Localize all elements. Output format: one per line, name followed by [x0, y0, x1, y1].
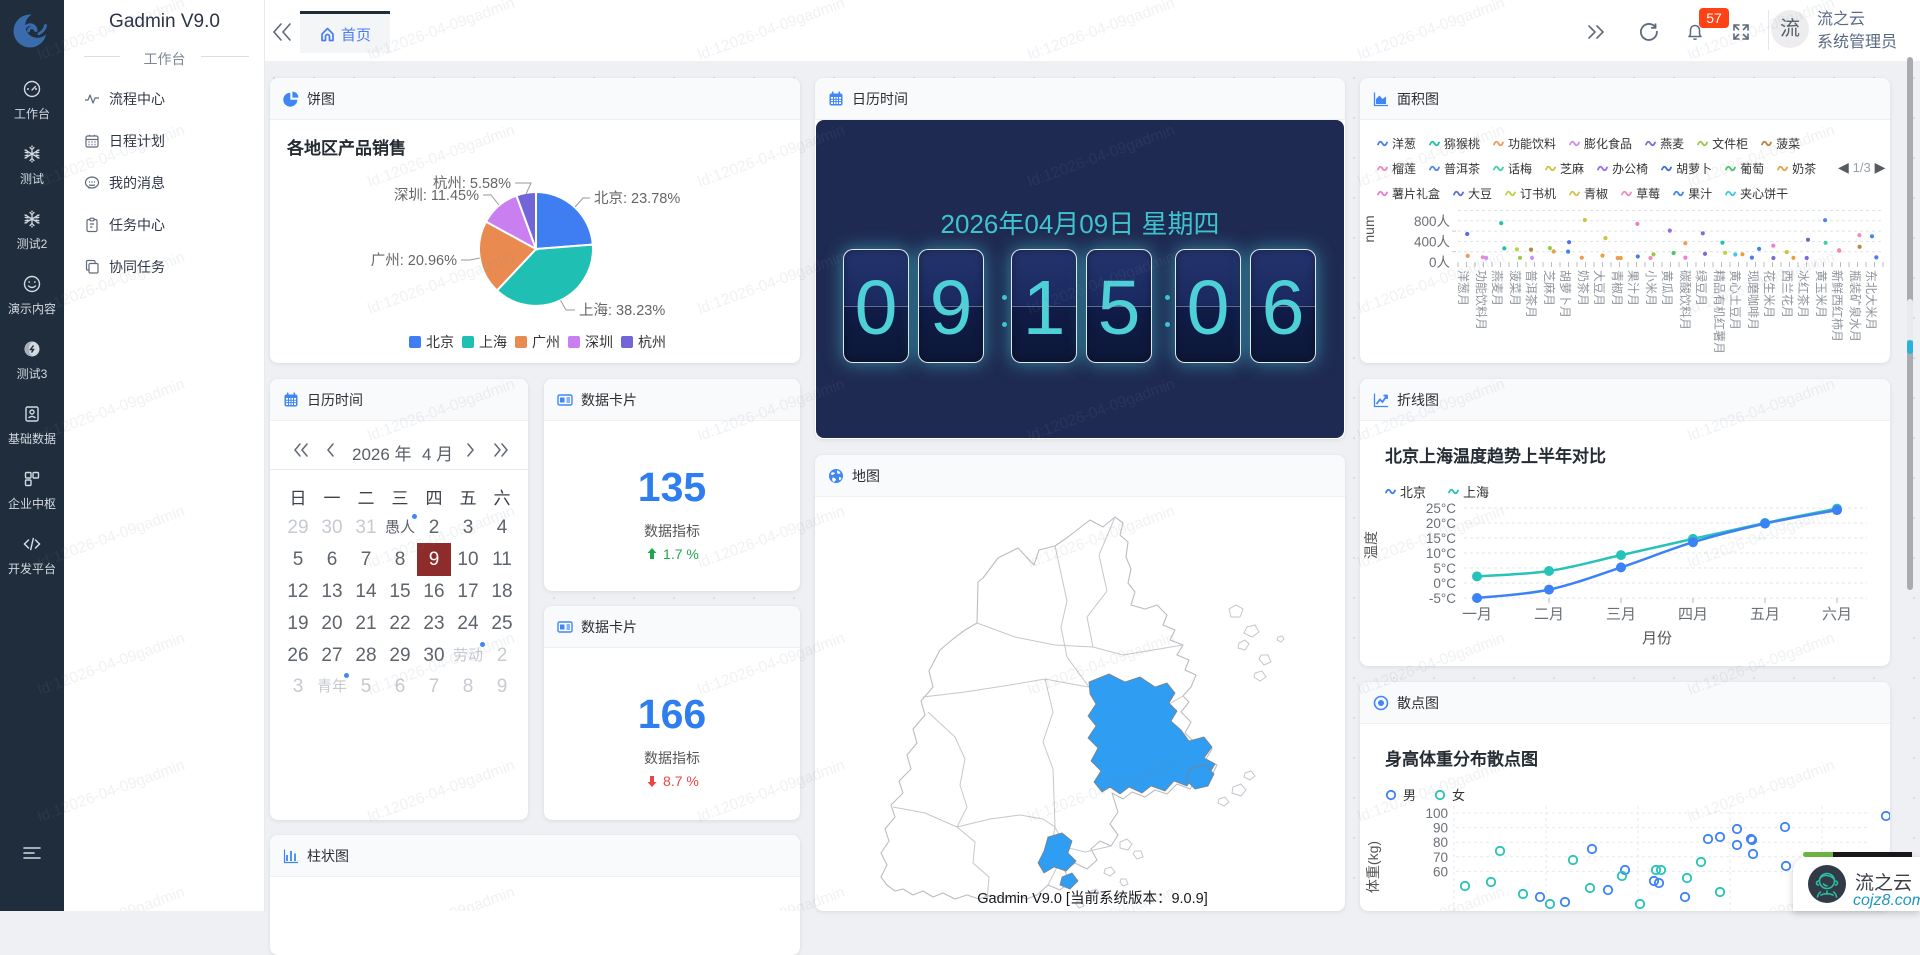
svg-text:北京: 23.78%: 北京: 23.78% — [594, 190, 680, 207]
svg-text:体重(kg): 体重(kg) — [1365, 841, 1381, 893]
svg-text:15°C: 15°C — [1426, 531, 1456, 546]
svg-text:400人: 400人 — [1414, 234, 1451, 249]
svg-text:90: 90 — [1433, 821, 1448, 836]
svg-text:四月: 四月 — [1678, 606, 1708, 623]
svg-text:广州: 广州 — [532, 334, 560, 350]
svg-text:20°C: 20°C — [1426, 516, 1456, 531]
svg-text:100: 100 — [1425, 806, 1448, 821]
svg-text:温度: 温度 — [1363, 531, 1379, 559]
svg-text:杭州: 5.58%: 杭州: 5.58% — [433, 175, 511, 192]
svg-text:0人: 0人 — [1429, 255, 1451, 270]
svg-text:5°C: 5°C — [1433, 561, 1456, 576]
svg-text:-5°C: -5°C — [1429, 591, 1456, 606]
svg-text:70: 70 — [1433, 850, 1448, 865]
svg-text:月份: 月份 — [1642, 630, 1672, 647]
svg-text:10°C: 10°C — [1426, 546, 1456, 561]
svg-text:深圳: 深圳 — [585, 334, 613, 350]
svg-text:广州: 20.96%: 广州: 20.96% — [371, 252, 457, 269]
svg-text:五月: 五月 — [1750, 606, 1780, 623]
svg-text:杭州: 杭州 — [638, 334, 666, 350]
svg-text:80: 80 — [1433, 835, 1448, 850]
svg-text:三月: 三月 — [1606, 606, 1636, 623]
svg-text:num: num — [1361, 215, 1377, 242]
svg-text:0°C: 0°C — [1433, 576, 1456, 591]
svg-text:上海: 上海 — [479, 334, 507, 350]
svg-text:上海: 38.23%: 上海: 38.23% — [579, 302, 665, 319]
svg-text:一月: 一月 — [1462, 606, 1492, 623]
svg-text:北京: 北京 — [426, 334, 454, 350]
svg-text:60: 60 — [1433, 864, 1448, 879]
svg-text:二月: 二月 — [1534, 606, 1564, 623]
svg-text:六月: 六月 — [1822, 606, 1852, 623]
svg-text:25°C: 25°C — [1426, 501, 1456, 516]
svg-text:800人: 800人 — [1414, 214, 1451, 229]
